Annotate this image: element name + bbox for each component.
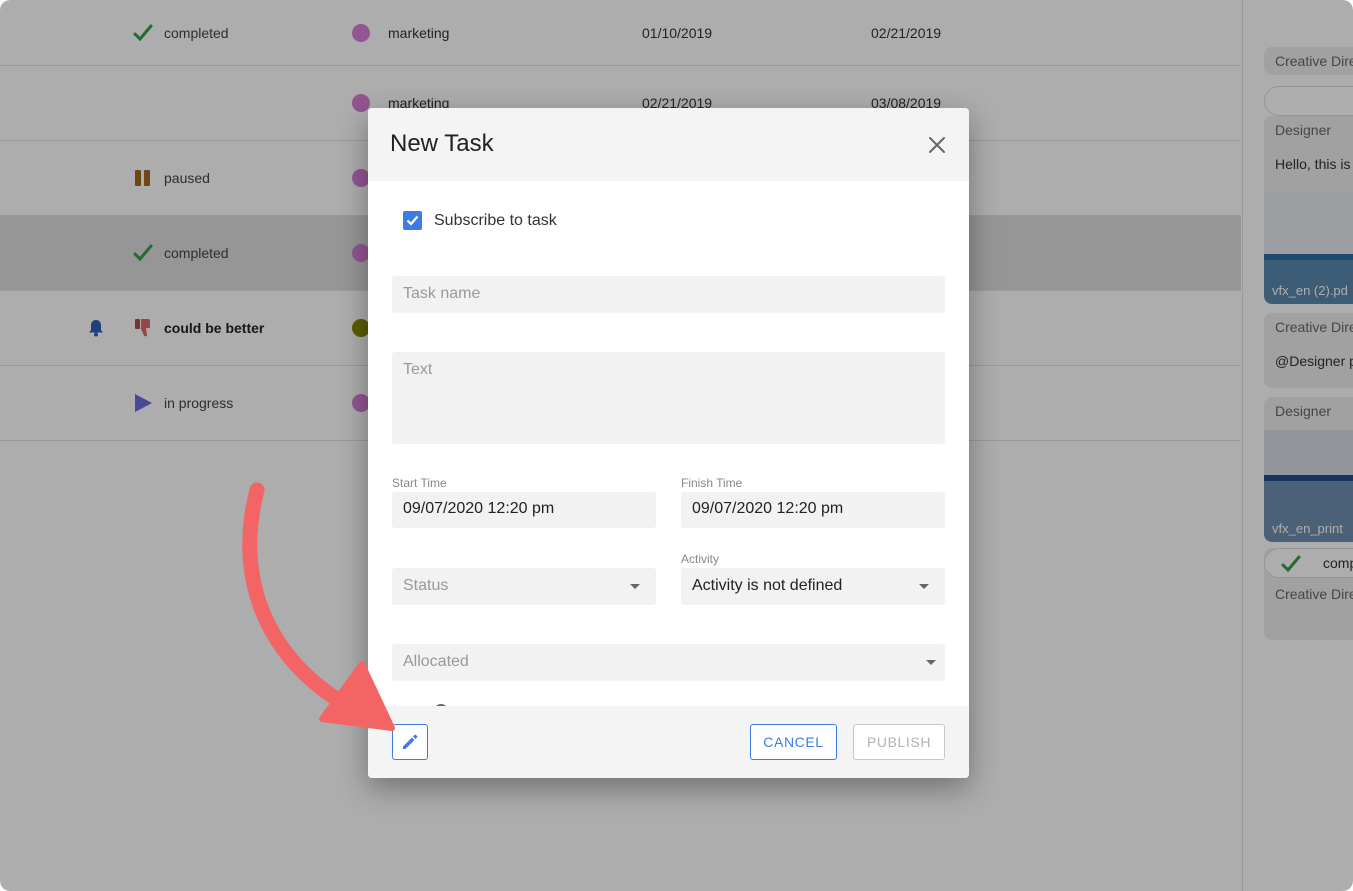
publish-button[interactable]: PUBLISH <box>853 724 945 760</box>
app-window: completed marketing 01/10/2019 02/21/201… <box>0 0 1353 891</box>
finish-time-value: 09/07/2020 12:20 pm <box>692 500 844 517</box>
pencil-icon <box>403 734 418 749</box>
status-select[interactable]: Status <box>392 568 656 605</box>
dialog-body: Subscribe to task Task name Text Start T… <box>368 181 969 706</box>
subscribe-checkbox-row[interactable]: Subscribe to task <box>403 211 557 230</box>
task-name-placeholder: Task name <box>403 285 481 302</box>
subscribe-label: Subscribe to task <box>434 211 557 229</box>
finish-time-input[interactable]: 09/07/2020 12:20 pm <box>681 492 945 528</box>
start-time-label: Start Time <box>392 476 447 490</box>
finish-time-label: Finish Time <box>681 476 743 490</box>
checkmark-icon <box>406 215 419 226</box>
task-name-input[interactable]: Task name <box>392 276 945 313</box>
chevron-down-icon <box>919 584 929 589</box>
dialog-header: New Task <box>368 108 969 181</box>
activity-select[interactable]: Activity is not defined <box>681 568 945 605</box>
chevron-down-icon <box>926 660 936 665</box>
subscribe-checkbox[interactable] <box>403 211 422 230</box>
allocated-select[interactable]: Allocated <box>392 644 945 681</box>
dialog-footer: CANCEL PUBLISH <box>368 706 969 778</box>
status-placeholder: Status <box>403 577 449 594</box>
start-time-value: 09/07/2020 12:20 pm <box>403 500 555 517</box>
activity-value: Activity is not defined <box>692 577 843 594</box>
dialog-title: New Task <box>390 130 494 157</box>
edit-button[interactable] <box>392 724 428 760</box>
chevron-down-icon <box>630 584 640 589</box>
cancel-button[interactable]: CANCEL <box>750 724 837 760</box>
activity-label: Activity <box>681 552 720 566</box>
task-text-placeholder: Text <box>403 361 433 378</box>
task-text-input[interactable]: Text <box>392 352 945 444</box>
start-time-input[interactable]: 09/07/2020 12:20 pm <box>392 492 656 528</box>
close-icon[interactable] <box>926 134 948 156</box>
new-task-dialog: New Task Subscribe to task Task name Tex… <box>368 108 969 778</box>
allocated-placeholder: Allocated <box>403 653 469 670</box>
